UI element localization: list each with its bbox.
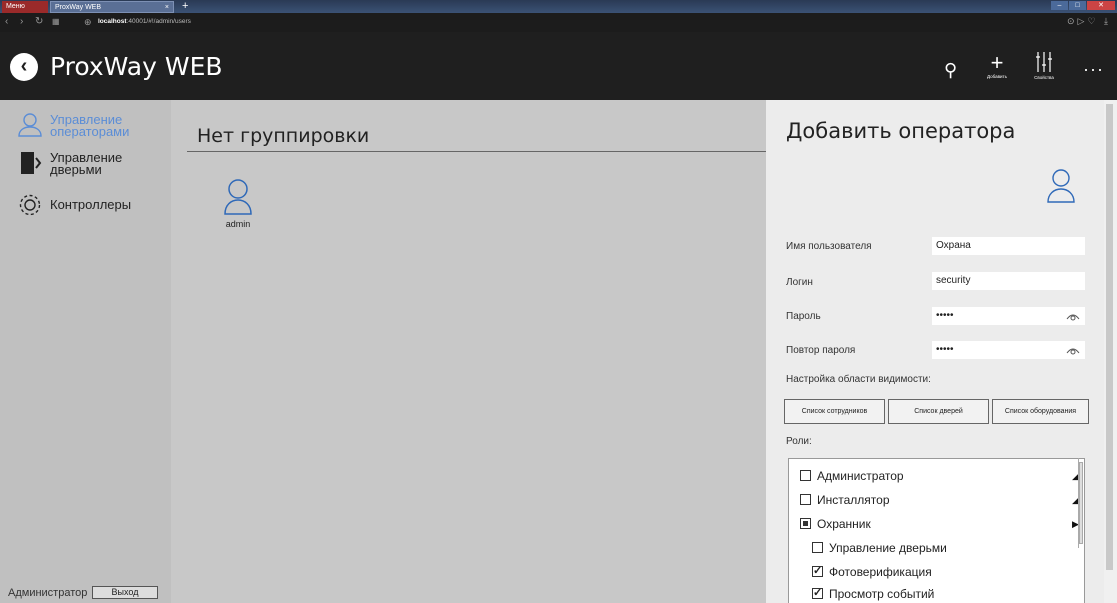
logout-button[interactable]: Выход [92,586,158,599]
browser-tab-bar: Меню ProxWay WEB × + – □ ✕ [0,0,1117,13]
close-window-icon[interactable]: ✕ [1087,1,1115,10]
current-user-label: Администратор [8,587,88,599]
role-label: Просмотр событий [829,587,935,601]
user-name: admin [225,219,251,229]
show-password-icon[interactable] [1066,311,1080,321]
employees-list-button[interactable]: Список сотрудников [784,399,885,424]
password-repeat-label: Повтор пароля [786,345,856,356]
roles-tree: Администратор ◢ Инсталлятор ◢ Охранник ▶… [788,458,1085,603]
user-tile[interactable]: admin [218,176,258,236]
more-icon[interactable]: ··· [1083,59,1104,80]
search-icon[interactable]: ⚲ [944,60,957,81]
sidebar-item-label: Управление операторами [50,112,130,139]
role-label: Инсталлятор [817,493,890,507]
window-controls: – □ ✕ [1051,1,1115,10]
login-input[interactable]: security [932,272,1085,290]
reload-icon[interactable]: ↻ [35,16,43,28]
url-host: localhost [98,18,127,25]
sidebar-footer: Администратор Выход [0,583,171,603]
add-operator-panel: Добавить оператора Имя пользователя Охра… [766,100,1104,603]
sidebar-item-doors[interactable]: Управление дверьми [14,148,169,184]
username-input[interactable]: Охрана [932,237,1085,255]
sliders-icon [1036,52,1052,72]
door-icon [21,152,42,174]
address-bar: ‹ › ↻ ▦ ⊕ localhost:40001/#!/admin/users… [0,13,1117,32]
app-header: ‹ ProxWay WEB ⚲ + Добавить Свойства ··· [0,32,1117,100]
role-checkbox[interactable] [800,470,811,481]
password-label: Пароль [786,311,821,322]
operator-avatar-icon [1047,169,1075,203]
username-label: Имя пользователя [786,241,872,252]
site-info-icon[interactable]: ⊕ [84,16,92,28]
show-password-repeat-icon[interactable] [1066,345,1080,355]
properties-button[interactable]: Свойства [1027,52,1061,81]
role-checkbox[interactable] [812,586,823,600]
minimize-icon[interactable]: – [1051,1,1068,10]
role-item-installer[interactable]: Инсталлятор ◢ [800,493,1085,507]
back-nav-icon[interactable]: ‹ [5,16,8,28]
browser-tab[interactable]: ProxWay WEB × [50,1,174,13]
add-button-label: Добавить [987,74,1007,79]
sidebar-item-label: Управление дверьми [50,150,123,177]
browser-menu-label: Меню [6,3,25,10]
user-icon [224,179,252,215]
browser-menu-button[interactable]: Меню [2,1,48,13]
back-button[interactable]: ‹ [10,53,38,81]
page-scrollbar-thumb[interactable] [1106,104,1113,570]
equipment-list-button[interactable]: Список оборудования [992,399,1089,424]
address-bar-actions[interactable]: ⊙▷♡ ⤓ [1067,16,1111,27]
app-title: ProxWay WEB [50,52,223,81]
operators-icon [18,113,42,137]
role-item-door-control[interactable]: Управление дверьми [812,541,1072,555]
add-button[interactable]: + Добавить [980,52,1014,80]
role-item-view-events[interactable]: Просмотр событий [812,586,1072,601]
gear-icon [19,194,41,216]
role-item-guard[interactable]: Охранник ▶ [800,517,1085,531]
group-title: Нет группировки [197,125,370,147]
properties-button-label: Свойства [1034,75,1054,80]
url-field[interactable]: localhost:40001/#!/admin/users [98,16,191,28]
speed-dial-icon[interactable]: ▦ [52,16,60,28]
tab-title: ProxWay WEB [55,4,102,11]
new-tab-button[interactable]: + [178,1,188,13]
panel-title: Добавить оператора [786,119,1016,143]
doors-list-button[interactable]: Список дверей [888,399,989,424]
password-input[interactable]: ••••• [932,307,1085,325]
roles-scrollbar-thumb[interactable] [1079,462,1083,544]
password-repeat-input[interactable]: ••••• [932,341,1085,359]
role-checkbox[interactable] [812,542,823,553]
sidebar-item-operators[interactable]: Управление операторами [14,110,169,146]
scope-label: Настройка области видимости: [786,374,931,385]
role-checkbox[interactable] [800,518,811,529]
role-label: Фотоверификация [829,565,932,579]
role-checkbox[interactable] [800,494,811,505]
maximize-icon[interactable]: □ [1069,1,1086,10]
sidebar-item-label: Контроллеры [50,197,132,212]
role-item-administrator[interactable]: Администратор ◢ [800,469,1085,483]
login-label: Логин [786,277,813,288]
role-label: Управление дверьми [829,541,947,555]
group-divider [187,151,766,152]
forward-nav-icon[interactable]: › [20,16,23,28]
sidebar-item-controllers[interactable]: Контроллеры [14,190,169,226]
plus-icon: + [990,50,1004,75]
roles-label: Роли: [786,436,812,447]
role-checkbox[interactable] [812,564,823,578]
main-content: Нет группировки admin [171,100,766,603]
sidebar: Управление операторами Управление дверьм… [0,100,171,603]
role-label: Администратор [817,469,904,483]
url-path: :40001/#!/admin/users [126,18,191,25]
role-item-photo-verification[interactable]: Фотоверификация [812,564,1072,579]
role-label: Охранник [817,517,871,531]
